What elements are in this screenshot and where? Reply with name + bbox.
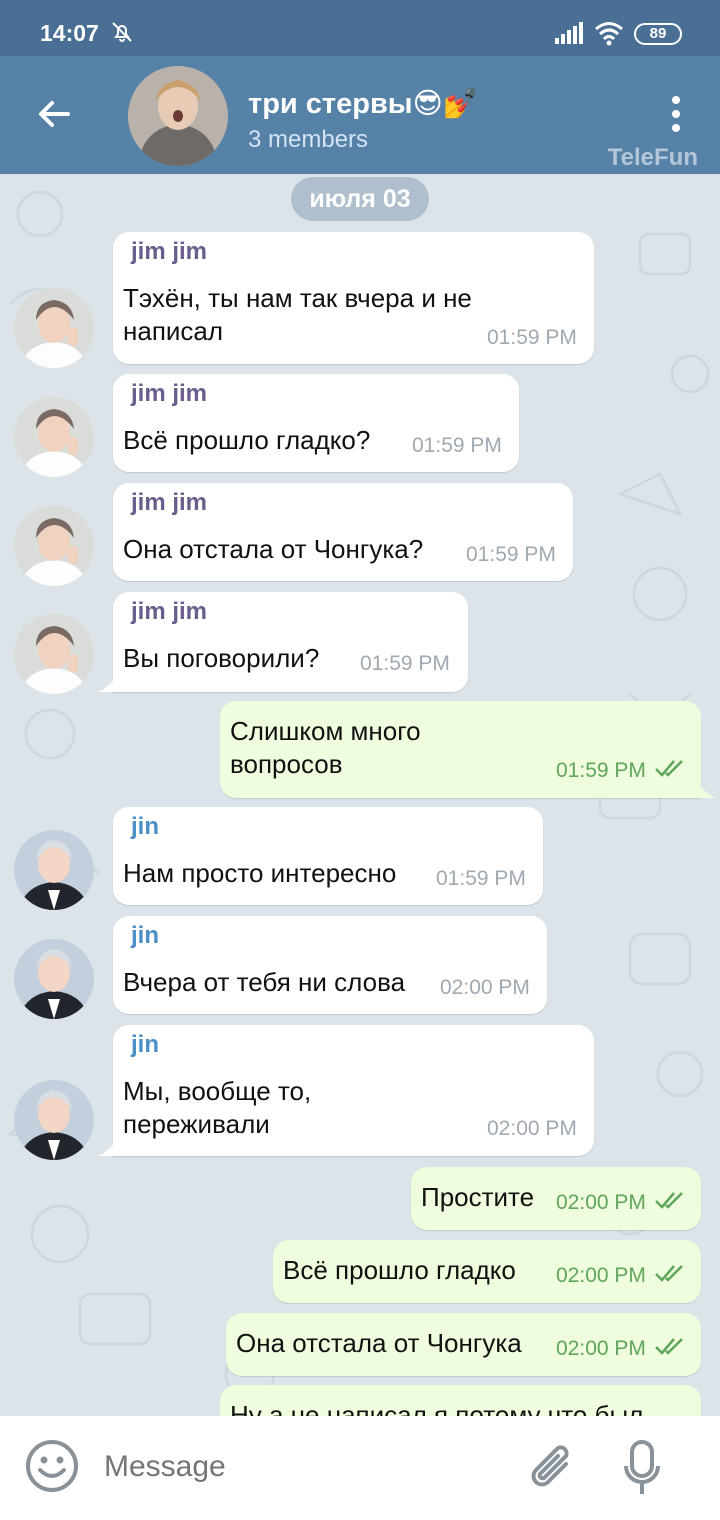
message-time: 01:59 PM (466, 543, 556, 566)
read-ticks-icon (655, 1338, 683, 1355)
signal-icon (555, 22, 583, 44)
wifi-icon (595, 22, 623, 46)
message-time: 01:59 PM (360, 652, 450, 675)
message-time: 02:00 PM (440, 976, 530, 999)
members-count: 3 members (248, 126, 369, 153)
message-text: Мы, вообще то, переживали (123, 1076, 312, 1139)
status-time: 14:07 (40, 20, 99, 46)
message-bubble[interactable]: jin Нам просто интересно 01:59 PM (113, 807, 543, 905)
read-ticks-icon (655, 1265, 683, 1282)
message-sender: jim jim (131, 238, 208, 265)
message-bubble[interactable]: jim jim Всё прошло гладко? 01:59 PM (113, 374, 519, 472)
message-text: Всё прошло гладко (283, 1255, 516, 1285)
microphone-icon[interactable] (622, 1438, 662, 1498)
message-bubble[interactable]: Ну а не написал я потому что был (220, 1385, 701, 1416)
message-time: 02:00 PM (556, 1191, 646, 1214)
message-sender: jim jim (131, 598, 208, 625)
message-text: Она отстала от Чонгука (236, 1328, 522, 1358)
battery-icon: 89 (634, 23, 682, 45)
message-text: Вчера от тебя ни слова (123, 967, 406, 997)
message-text: Ну а не написал я потому что был (230, 1400, 644, 1416)
message-composer (0, 1416, 720, 1520)
read-ticks-icon (655, 760, 683, 777)
paperclip-icon[interactable] (528, 1440, 580, 1496)
jin-avatar[interactable] (14, 830, 94, 910)
message-bubble[interactable]: jim jim Она отстала от Чонгука? 01:59 PM (113, 483, 573, 581)
message-time: 01:59 PM (412, 434, 502, 457)
message-text: Она отстала от Чонгука? (123, 534, 424, 564)
message-time: 01:59 PM (436, 867, 526, 890)
message-bubble[interactable]: Простите 02:00 PM (411, 1167, 701, 1230)
message-time: 02:00 PM (556, 1264, 646, 1287)
watermark: TeleFun (607, 144, 698, 171)
message-text: Вы поговорили? (123, 643, 320, 673)
jim-avatar[interactable] (14, 397, 94, 477)
message-sender: jim jim (131, 489, 208, 516)
emoji-icon[interactable] (24, 1438, 80, 1494)
jim-avatar[interactable] (14, 614, 94, 694)
message-input[interactable] (104, 1450, 484, 1484)
jim-avatar[interactable] (14, 288, 94, 368)
message-time: 02:00 PM (487, 1117, 577, 1140)
message-sender: jin (131, 813, 159, 840)
battery-level: 89 (649, 25, 667, 42)
status-bar: 14:07 89 (0, 0, 720, 56)
message-bubble[interactable]: Всё прошло гладко 02:00 PM (273, 1240, 701, 1303)
jin-avatar[interactable] (14, 939, 94, 1019)
message-text: Тэхён, ты нам так вчера и не написал (123, 283, 472, 346)
message-list[interactable]: июля 03 jim jim Тэхён, ты нам так вчера … (0, 174, 720, 1416)
bell-off-icon (112, 22, 132, 42)
message-bubble[interactable]: jim jim Вы поговорили? 01:59 PM (113, 592, 468, 692)
message-bubble[interactable]: Она отстала от Чонгука 02:00 PM (226, 1313, 701, 1376)
message-bubble[interactable]: Слишком много вопросов 01:59 PM (220, 701, 701, 798)
message-sender: jin (131, 1031, 159, 1058)
message-time: 01:59 PM (556, 759, 646, 782)
message-text: Простите (421, 1182, 535, 1212)
message-bubble[interactable]: jim jim Тэхён, ты нам так вчера и не напи… (113, 232, 594, 364)
more-vertical-icon[interactable] (668, 94, 684, 134)
message-bubble[interactable]: jin Вчера от тебя ни слова 02:00 PM (113, 916, 547, 1014)
message-time: 01:59 PM (487, 326, 577, 349)
read-ticks-icon (655, 1192, 683, 1209)
date-separator: июля 03 (291, 177, 429, 221)
message-sender: jim jim (131, 380, 208, 407)
message-text: Всё прошло гладко? (123, 425, 371, 455)
message-bubble[interactable]: jin Мы, вообще то, переживали 02:00 PM (113, 1025, 594, 1156)
jim-avatar[interactable] (14, 506, 94, 586)
chat-title: три стервы😎💅 (248, 88, 479, 120)
arrow-left-icon[interactable] (34, 94, 74, 134)
message-text: Слишком много вопросов (230, 716, 421, 779)
message-time: 02:00 PM (556, 1337, 646, 1360)
group-avatar[interactable] (128, 66, 228, 166)
jin-avatar[interactable] (14, 1080, 94, 1160)
message-sender: jin (131, 922, 159, 949)
message-text: Нам просто интересно (123, 858, 397, 888)
